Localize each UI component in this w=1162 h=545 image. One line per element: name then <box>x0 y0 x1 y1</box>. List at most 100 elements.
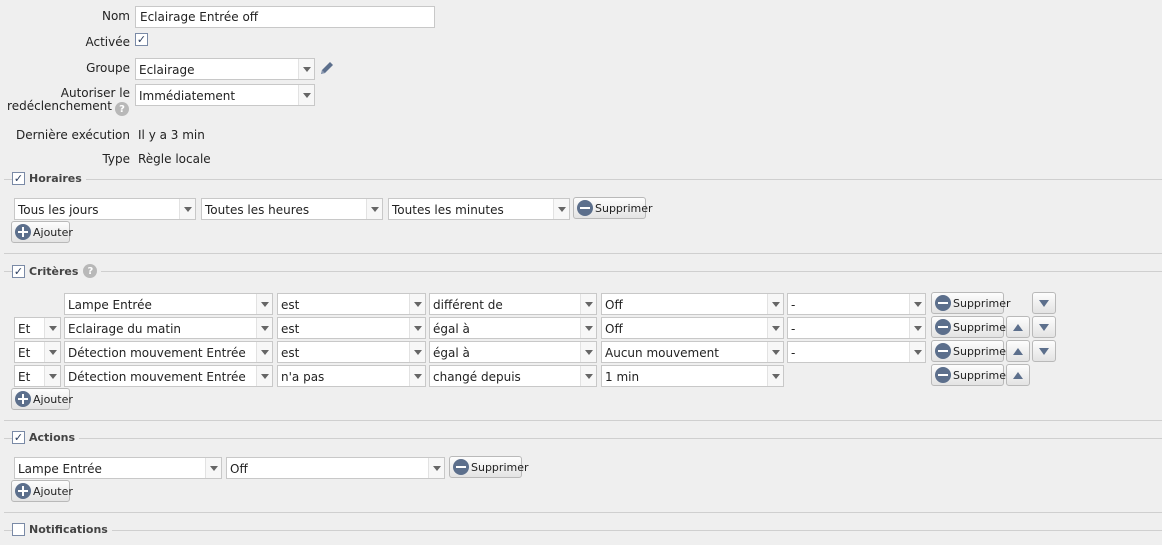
help-icon[interactable]: ? <box>83 264 98 278</box>
criteria-value-value: 1 min <box>605 370 640 384</box>
criteria-verb-select[interactable]: est <box>277 317 426 339</box>
name-input[interactable] <box>135 6 435 28</box>
schedule-minutes-select[interactable]: Toutes les minutes <box>388 198 570 220</box>
add-label: Ajouter <box>33 484 73 498</box>
add-label: Ajouter <box>33 392 73 406</box>
criteria-delete-button[interactable]: Supprimer <box>931 364 1011 386</box>
criteria-device-select[interactable]: Lampe Entrée <box>64 293 273 315</box>
schedule-delete-button[interactable]: Supprimer <box>573 197 653 219</box>
criteria-verb-value: est <box>281 346 300 360</box>
criteria-verb-value: est <box>281 322 300 336</box>
actions-section-border <box>4 438 1162 439</box>
schedule-checkbox[interactable]: ✓ <box>12 172 25 185</box>
minus-circle-icon <box>935 319 951 335</box>
action-value-select[interactable]: Off <box>226 457 445 479</box>
chevron-down-icon <box>179 199 195 219</box>
name-label: Nom <box>101 9 130 23</box>
criteria-value-select[interactable]: Off <box>601 293 784 315</box>
delete-label: Supprimer <box>595 201 653 215</box>
schedule-days-select[interactable]: Tous les jours <box>14 198 196 220</box>
arrow-up-icon <box>1013 323 1023 331</box>
group-select[interactable]: Eclairage <box>135 58 315 80</box>
enabled-checkbox[interactable]: ✓ <box>135 33 148 46</box>
criteria-connector-value: Et <box>18 346 31 360</box>
action-add-button[interactable]: Ajouter <box>11 480 73 502</box>
action-device-select[interactable]: Lampe Entrée <box>14 457 222 479</box>
criteria-value-select[interactable]: Off <box>601 317 784 339</box>
schedule-days-value: Tous les jours <box>18 203 99 217</box>
arrow-down-icon <box>1039 347 1049 355</box>
last-exec-value: Il y a 3 min <box>138 128 205 142</box>
criteria-operator-select[interactable]: égal à <box>429 317 597 339</box>
action-delete-button[interactable]: Supprimer <box>449 456 529 478</box>
criteria-verb-select[interactable]: est <box>277 293 426 315</box>
chevron-down-icon <box>767 366 783 386</box>
move-down-button[interactable] <box>1032 316 1056 338</box>
criteria-delete-button[interactable]: Supprimer <box>931 316 1011 338</box>
move-down-button[interactable] <box>1032 292 1056 314</box>
delete-label: Supprimer <box>953 344 1011 358</box>
actions-section-bottom-border <box>4 512 1162 513</box>
arrow-down-icon <box>1039 299 1049 307</box>
plus-circle-icon <box>15 224 31 240</box>
retrigger-select[interactable]: Immédiatement <box>135 84 315 106</box>
chevron-down-icon <box>580 342 596 362</box>
criteria-operator-select[interactable]: égal à <box>429 341 597 363</box>
chevron-down-icon <box>44 342 60 362</box>
criteria-verb-value: n'a pas <box>281 370 325 384</box>
criteria-device-value: Détection mouvement Entrée <box>68 370 246 384</box>
criteria-device-select[interactable]: Eclairage du matin <box>64 317 273 339</box>
chevron-down-icon <box>580 294 596 314</box>
schedule-add-button[interactable]: Ajouter <box>11 221 73 243</box>
criteria-extra-select[interactable]: - <box>787 341 926 363</box>
chevron-down-icon <box>909 342 925 362</box>
chevron-down-icon <box>767 294 783 314</box>
chevron-down-icon <box>409 342 425 362</box>
criteria-extra-select[interactable]: - <box>787 293 926 315</box>
criteria-value-value: Off <box>605 298 623 312</box>
actions-checkbox[interactable]: ✓ <box>12 431 25 444</box>
help-icon[interactable]: ? <box>115 102 129 116</box>
criteria-device-select[interactable]: Détection mouvement Entrée <box>64 341 273 363</box>
criteria-operator-select[interactable]: différent de <box>429 293 597 315</box>
criteria-connector-select[interactable]: Et <box>14 341 61 363</box>
actions-title: Actions <box>29 431 75 444</box>
plus-circle-icon <box>15 483 31 499</box>
retrigger-label-line2: redéclenchement <box>7 99 112 113</box>
action-value-value: Off <box>230 462 248 476</box>
criteria-connector-select[interactable]: Et <box>14 317 61 339</box>
move-up-button[interactable] <box>1006 364 1030 386</box>
schedule-hours-select[interactable]: Toutes les heures <box>201 198 383 220</box>
criteria-connector-value: Et <box>18 370 31 384</box>
schedule-hours-value: Toutes les heures <box>205 203 310 217</box>
criteria-operator-select[interactable]: changé depuis <box>429 365 597 387</box>
criteria-value-select[interactable]: 1 min <box>601 365 784 387</box>
criteria-value-select[interactable]: Aucun mouvement <box>601 341 784 363</box>
chevron-down-icon <box>256 318 272 338</box>
criteria-device-select[interactable]: Détection mouvement Entrée <box>64 365 273 387</box>
notifications-checkbox[interactable] <box>12 523 25 536</box>
criteria-connector-select[interactable]: Et <box>14 365 61 387</box>
plus-circle-icon <box>15 391 31 407</box>
criteria-add-button[interactable]: Ajouter <box>11 388 73 410</box>
delete-label: Supprimer <box>953 296 1011 310</box>
criteria-delete-button[interactable]: Supprimer <box>931 292 1011 314</box>
move-up-button[interactable] <box>1006 316 1030 338</box>
pencil-icon[interactable] <box>318 59 336 77</box>
criteria-checkbox[interactable]: ✓ <box>12 264 25 278</box>
chevron-down-icon <box>767 318 783 338</box>
arrow-up-icon <box>1013 347 1023 355</box>
criteria-extra-select[interactable]: - <box>787 317 926 339</box>
schedule-section-border <box>4 179 1162 180</box>
minus-circle-icon <box>935 295 951 311</box>
chevron-down-icon <box>409 294 425 314</box>
chevron-down-icon <box>909 294 925 314</box>
criteria-operator-value: changé depuis <box>433 370 521 384</box>
criteria-delete-button[interactable]: Supprimer <box>931 340 1011 362</box>
move-up-button[interactable] <box>1006 340 1030 362</box>
move-down-button[interactable] <box>1032 340 1056 362</box>
criteria-verb-select[interactable]: est <box>277 341 426 363</box>
criteria-section-bottom-border <box>4 420 1162 421</box>
minus-circle-icon <box>577 200 593 216</box>
criteria-verb-select[interactable]: n'a pas <box>277 365 426 387</box>
